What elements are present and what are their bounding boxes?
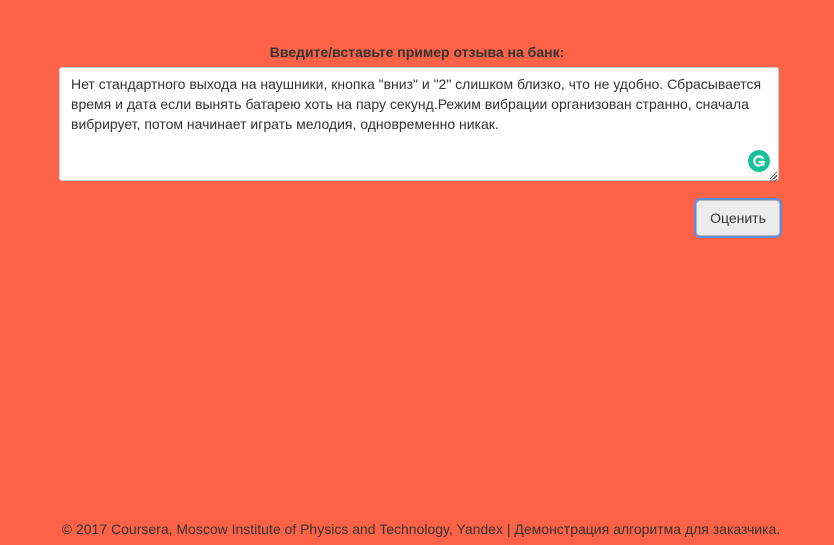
review-textarea[interactable]: Нет стандартного выхода на наушники, кно… [59, 67, 779, 181]
resize-handle-icon[interactable] [768, 170, 778, 183]
grammarly-icon[interactable] [748, 150, 770, 172]
review-prompt-label: Введите/вставьте пример отзыва на банк: [269, 44, 565, 60]
footer-copyright: © 2017 Coursera, Moscow Institute of Phy… [61, 521, 781, 537]
evaluate-button[interactable]: Оценить [696, 200, 780, 236]
